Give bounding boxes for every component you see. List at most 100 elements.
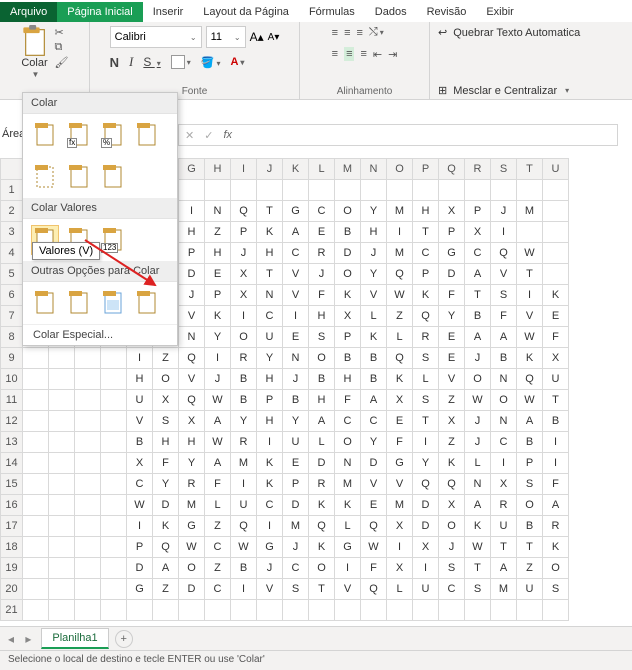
cell-T14[interactable]: P [517,453,543,474]
cell-O6[interactable]: W [387,285,413,306]
bold-button[interactable]: N [110,55,119,70]
cell-P15[interactable]: Q [413,474,439,495]
cell-L7[interactable]: H [309,306,335,327]
cell-F10[interactable]: O [153,369,179,390]
cell-O12[interactable]: E [387,411,413,432]
cell-H8[interactable]: Y [205,327,231,348]
paste-option-formulas[interactable]: fx [65,120,93,150]
col-header-T[interactable]: T [517,159,543,180]
cell-J19[interactable]: J [257,558,283,579]
cell-O2[interactable]: M [387,201,413,222]
cell-J17[interactable]: I [257,516,283,537]
cell-G16[interactable]: M [179,495,205,516]
cell-K17[interactable]: M [283,516,309,537]
cell-L5[interactable]: J [309,264,335,285]
cell-U10[interactable]: U [543,369,569,390]
cell-D20[interactable] [101,579,127,600]
cell-D21[interactable] [101,600,127,621]
cell-U11[interactable]: T [543,390,569,411]
cell-J9[interactable]: Y [257,348,283,369]
paste-button[interactable]: Colar ▼ [21,26,49,79]
cell-T3[interactable] [517,222,543,243]
cell-K9[interactable]: N [283,348,309,369]
row-header-2[interactable]: 2 [1,201,23,222]
cell-R20[interactable]: S [465,579,491,600]
paste-linked-picture[interactable] [133,288,161,318]
cell-P13[interactable]: I [413,432,439,453]
font-size-select[interactable]: 11⌄ [206,26,246,48]
cell-E18[interactable]: P [127,537,153,558]
cell-I2[interactable]: Q [231,201,257,222]
cell-K3[interactable]: A [283,222,309,243]
cell-T7[interactable]: V [517,306,543,327]
cell-C16[interactable] [75,495,101,516]
cell-G11[interactable]: Q [179,390,205,411]
cell-T4[interactable]: W [517,243,543,264]
cell-S2[interactable]: J [491,201,517,222]
cell-P6[interactable]: K [413,285,439,306]
cell-I15[interactable]: I [231,474,257,495]
row-header-19[interactable]: 19 [1,558,23,579]
cell-T18[interactable]: T [517,537,543,558]
cell-M8[interactable]: P [335,327,361,348]
cell-R6[interactable]: T [465,285,491,306]
tab-layout[interactable]: Layout da Página [193,2,299,22]
cut-icon[interactable]: ✂ [55,26,69,39]
paste-option-keep-source[interactable] [133,120,161,150]
cell-Q12[interactable]: X [439,411,465,432]
cell-Q14[interactable]: K [439,453,465,474]
enter-icon[interactable]: ✓ [204,129,213,142]
cell-P14[interactable]: Y [413,453,439,474]
cell-M21[interactable] [335,600,361,621]
cell-T15[interactable]: S [517,474,543,495]
cell-G2[interactable]: I [179,201,205,222]
select-all-cell[interactable] [1,159,23,180]
cell-T1[interactable] [517,180,543,201]
cell-A12[interactable] [23,411,49,432]
cell-P5[interactable]: P [413,264,439,285]
cell-J1[interactable] [257,180,283,201]
cell-L3[interactable]: E [309,222,335,243]
cell-U21[interactable] [543,600,569,621]
cell-J5[interactable]: T [257,264,283,285]
cell-F17[interactable]: K [153,516,179,537]
cell-H12[interactable]: A [205,411,231,432]
cell-R12[interactable]: J [465,411,491,432]
increase-font-icon[interactable]: A▴ [250,30,264,44]
cell-D9[interactable] [101,348,127,369]
cell-B17[interactable] [49,516,75,537]
cell-N16[interactable]: E [361,495,387,516]
cell-T16[interactable]: O [517,495,543,516]
cell-K2[interactable]: G [283,201,309,222]
cell-O14[interactable]: G [387,453,413,474]
cell-J12[interactable]: H [257,411,283,432]
underline-button[interactable]: S ▾ [143,55,160,69]
cell-U19[interactable]: O [543,558,569,579]
cell-K11[interactable]: B [283,390,309,411]
cell-C19[interactable] [75,558,101,579]
cell-H21[interactable] [205,600,231,621]
cell-F12[interactable]: S [153,411,179,432]
cell-L8[interactable]: S [309,327,335,348]
cell-I7[interactable]: I [231,306,257,327]
cell-I5[interactable]: X [231,264,257,285]
cell-M13[interactable]: O [335,432,361,453]
cell-U7[interactable]: E [543,306,569,327]
align-center-icon[interactable]: ≡ [344,47,354,61]
cell-U14[interactable]: I [543,453,569,474]
cell-O5[interactable]: Q [387,264,413,285]
cell-O3[interactable]: I [387,222,413,243]
cell-R11[interactable]: W [465,390,491,411]
cell-T5[interactable]: T [517,264,543,285]
cell-H20[interactable]: C [205,579,231,600]
cell-U3[interactable] [543,222,569,243]
cell-P4[interactable]: C [413,243,439,264]
cell-L9[interactable]: O [309,348,335,369]
cell-H6[interactable]: P [205,285,231,306]
cell-O9[interactable]: Q [387,348,413,369]
cell-L17[interactable]: Q [309,516,335,537]
cell-O19[interactable]: X [387,558,413,579]
cell-J14[interactable]: K [257,453,283,474]
cell-A15[interactable] [23,474,49,495]
cell-G8[interactable]: N [179,327,205,348]
